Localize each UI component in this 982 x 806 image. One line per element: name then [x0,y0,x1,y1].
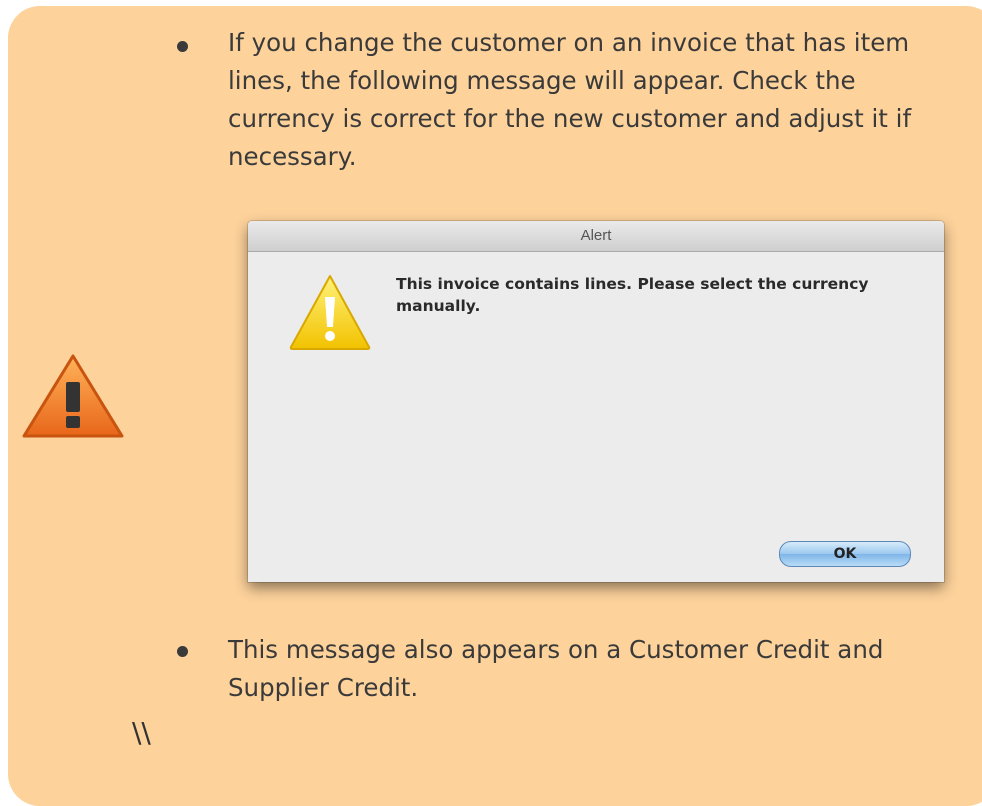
alert-dialog: Alert This invoice contains lines. Pleas… [248,221,944,582]
alert-message: This invoice contains lines. Please sele… [396,275,869,315]
bullet-text: If you change the customer on an invoice… [228,28,912,171]
alert-title: Alert [248,221,944,252]
bullet-dot [177,41,188,52]
warning-icon [22,354,124,438]
bullet-text: This message also appears on a Customer … [228,635,884,702]
ok-button[interactable]: OK [779,541,911,567]
alert-warning-icon [289,275,371,350]
bullet-dot [177,646,188,657]
trailing-text: \\ [132,716,151,749]
